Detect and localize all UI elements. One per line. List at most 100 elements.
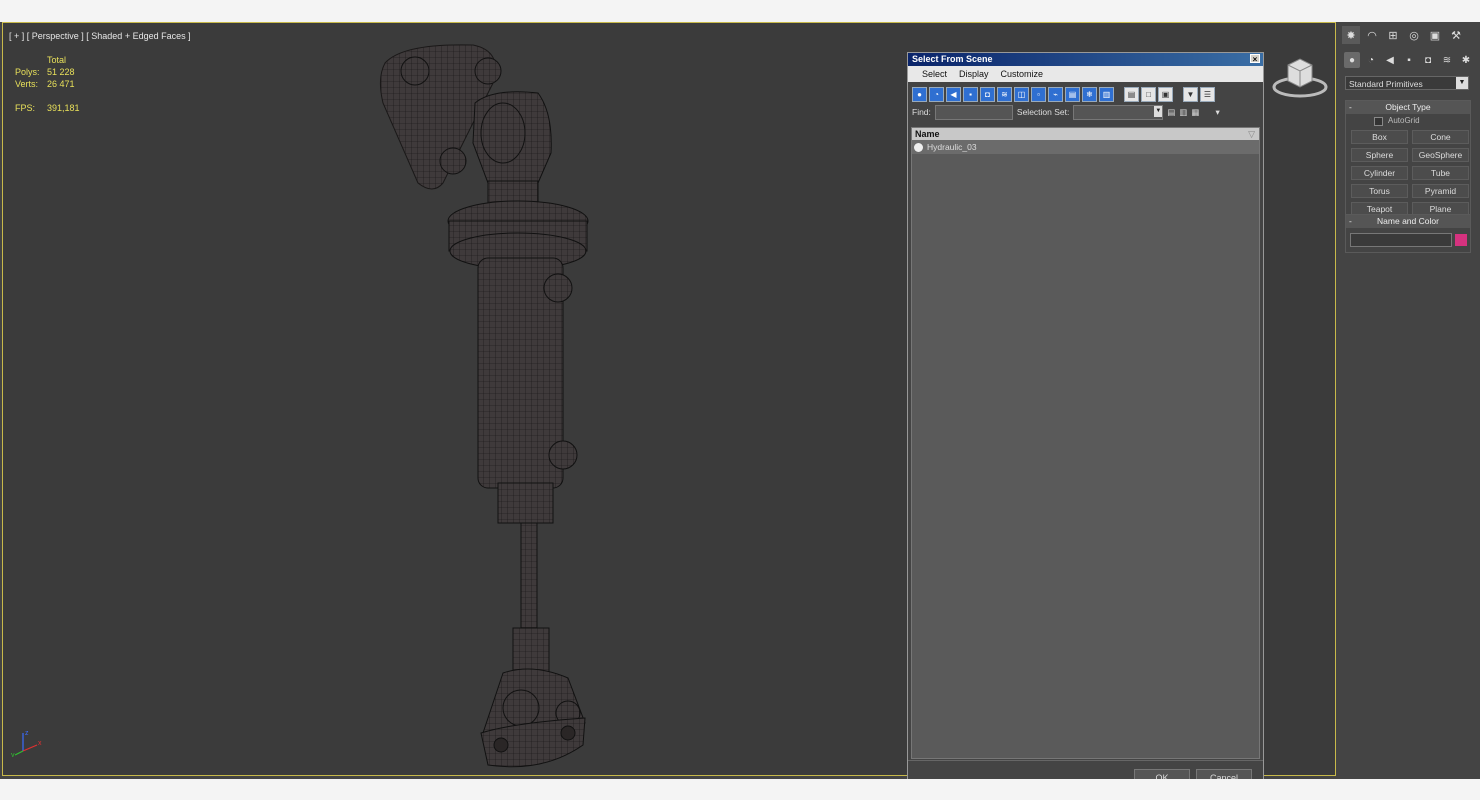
select-invert-icon[interactable]: ▣: [1158, 86, 1173, 102]
display-lights-icon[interactable]: ◀: [946, 86, 961, 102]
verts-value: 26 471: [47, 79, 75, 89]
cone-button[interactable]: Cone: [1412, 130, 1469, 144]
hydraulic-model[interactable]: [363, 33, 623, 773]
name-and-color-rollout: - Name and Color: [1345, 214, 1471, 253]
command-panel-tabs: ✸ ◠ ⊞ ◎ ▣ ⚒: [1342, 26, 1478, 46]
axis-z-label: z: [25, 730, 29, 737]
display-containers-icon[interactable]: ▤: [1065, 86, 1080, 102]
object-color-swatch[interactable]: [1455, 234, 1467, 246]
column-filter-icon[interactable]: ▽: [1248, 128, 1255, 140]
object-type-header[interactable]: - Object Type: [1346, 101, 1470, 114]
menu-customize[interactable]: Customize: [1001, 66, 1044, 82]
fps-label: FPS:: [15, 103, 36, 113]
viewcube-icon[interactable]: [1271, 51, 1329, 99]
selection-set-add-icon[interactable]: ▤: [1167, 107, 1175, 118]
list-item-name: Hydraulic_03: [927, 142, 977, 152]
autogrid-option[interactable]: AutoGrid: [1346, 114, 1470, 128]
select-all-icon[interactable]: ▤: [1124, 86, 1139, 102]
selection-set-label: Selection Set:: [1016, 107, 1070, 117]
display-geometry-icon[interactable]: ●: [912, 86, 927, 102]
torus-button[interactable]: Torus: [1351, 184, 1408, 198]
cylinder-button[interactable]: Cylinder: [1351, 166, 1408, 180]
display-groups-icon[interactable]: ◫: [1014, 86, 1029, 102]
select-from-scene-dialog: Select From Scene × Select Display Custo…: [907, 52, 1264, 794]
expand-toolbar-icon[interactable]: ▾: [1215, 107, 1219, 118]
polys-label: Polys:: [15, 67, 40, 77]
sphere-button[interactable]: Sphere: [1351, 148, 1408, 162]
scene-object-list[interactable]: Name ▽ Hydraulic_03: [911, 127, 1260, 759]
find-label: Find:: [912, 107, 931, 117]
spacewarps-icon[interactable]: ≋: [1439, 52, 1455, 68]
display-xrefs-icon[interactable]: ▫: [1031, 86, 1046, 102]
name-and-color-header[interactable]: - Name and Color: [1346, 215, 1470, 228]
autogrid-checkbox[interactable]: [1374, 117, 1383, 126]
name-and-color-title: Name and Color: [1377, 216, 1439, 226]
category-dropdown-value: Standard Primitives: [1349, 79, 1423, 89]
fps-value: 391,181: [47, 103, 80, 113]
collapse-icon[interactable]: -: [1349, 215, 1352, 228]
tube-button[interactable]: Tube: [1412, 166, 1469, 180]
create-icon[interactable]: ✸: [1342, 26, 1360, 44]
object-type-title: Object Type: [1385, 102, 1431, 112]
display-icon[interactable]: ▣: [1426, 26, 1444, 44]
object-name-input[interactable]: [1350, 233, 1452, 247]
axis-y-label: y: [11, 752, 15, 757]
viewport-label[interactable]: [ + ] [ Perspective ] [ Shaded + Edged F…: [9, 31, 191, 41]
hierarchy-icon[interactable]: ⊞: [1384, 26, 1402, 44]
category-dropdown[interactable]: Standard Primitives ▼: [1345, 76, 1469, 90]
chevron-down-icon[interactable]: ▼: [1154, 105, 1163, 117]
polys-value: 51 228: [47, 67, 75, 77]
cameras-icon[interactable]: ▪: [1401, 52, 1417, 68]
chevron-down-icon[interactable]: ▼: [1456, 77, 1468, 89]
selection-set-remove-icon[interactable]: ▥: [1179, 107, 1187, 118]
selection-set-edit-icon[interactable]: ▦: [1191, 107, 1199, 118]
selection-set-dropdown[interactable]: ▼: [1073, 104, 1164, 120]
object-type-rollout: - Object Type AutoGrid Box Cone Sphere G…: [1345, 100, 1471, 221]
axis-x-label: x: [38, 740, 42, 747]
shapes-icon[interactable]: ◔: [1363, 52, 1379, 68]
primitive-buttons: Box Cone Sphere GeoSphere Cylinder Tube …: [1346, 128, 1470, 220]
menu-select[interactable]: Select: [922, 66, 947, 82]
helpers-icon[interactable]: ◘: [1420, 52, 1436, 68]
find-row: Find: Selection Set: ▼ ▤ ▥ ▦ ▾: [908, 103, 1263, 121]
display-frozen-icon[interactable]: ❄: [1082, 86, 1097, 102]
name-column-label: Name: [915, 129, 940, 139]
filter-icon[interactable]: ▼: [1183, 86, 1198, 102]
list-item[interactable]: Hydraulic_03: [912, 140, 1259, 154]
dialog-title: Select From Scene: [912, 54, 993, 64]
display-shapes-icon[interactable]: ◔: [929, 86, 944, 102]
modify-icon[interactable]: ◠: [1363, 26, 1381, 44]
box-button[interactable]: Box: [1351, 130, 1408, 144]
name-column-header[interactable]: Name ▽: [912, 128, 1259, 140]
filter-options-icon[interactable]: ☰: [1200, 86, 1215, 102]
display-hidden-icon[interactable]: ▥: [1099, 86, 1114, 102]
geometry-icon[interactable]: ●: [1344, 52, 1360, 68]
select-none-icon[interactable]: □: [1141, 86, 1156, 102]
close-icon[interactable]: ×: [1250, 54, 1260, 64]
create-subtabs: ● ◔ ◀ ▪ ◘ ≋ ✱: [1344, 52, 1474, 68]
dialog-titlebar[interactable]: Select From Scene ×: [908, 53, 1263, 66]
autogrid-label: AutoGrid: [1388, 116, 1420, 125]
page-bottom-margin: [0, 779, 1480, 800]
systems-icon[interactable]: ✱: [1458, 52, 1474, 68]
collapse-icon[interactable]: -: [1349, 101, 1352, 114]
dialog-toolbar: ● ◔ ◀ ▪ ◘ ≋ ◫ ▫ ⌁ ▤ ❄ ▥ ▤ □ ▣ ▼ ☰: [908, 82, 1263, 103]
display-cameras-icon[interactable]: ▪: [963, 86, 978, 102]
utilities-icon[interactable]: ⚒: [1447, 26, 1465, 44]
name-field-row: [1346, 228, 1470, 252]
menu-display[interactable]: Display: [959, 66, 989, 82]
max-application: [ + ] [ Perspective ] [ Shaded + Edged F…: [0, 22, 1480, 794]
find-input[interactable]: [934, 104, 1013, 120]
motion-icon[interactable]: ◎: [1405, 26, 1423, 44]
stats-header: Total: [47, 55, 67, 65]
geosphere-button[interactable]: GeoSphere: [1412, 148, 1469, 162]
dialog-menubar: Select Display Customize: [908, 66, 1263, 82]
pyramid-button[interactable]: Pyramid: [1412, 184, 1469, 198]
display-bones-icon[interactable]: ⌁: [1048, 86, 1063, 102]
display-helpers-icon[interactable]: ◘: [980, 86, 995, 102]
lights-icon[interactable]: ◀: [1382, 52, 1398, 68]
axis-tripod: z x y: [11, 730, 42, 757]
verts-label: Verts:: [15, 79, 39, 89]
geometry-object-icon: [914, 142, 923, 152]
display-spacewarps-icon[interactable]: ≋: [997, 86, 1012, 102]
